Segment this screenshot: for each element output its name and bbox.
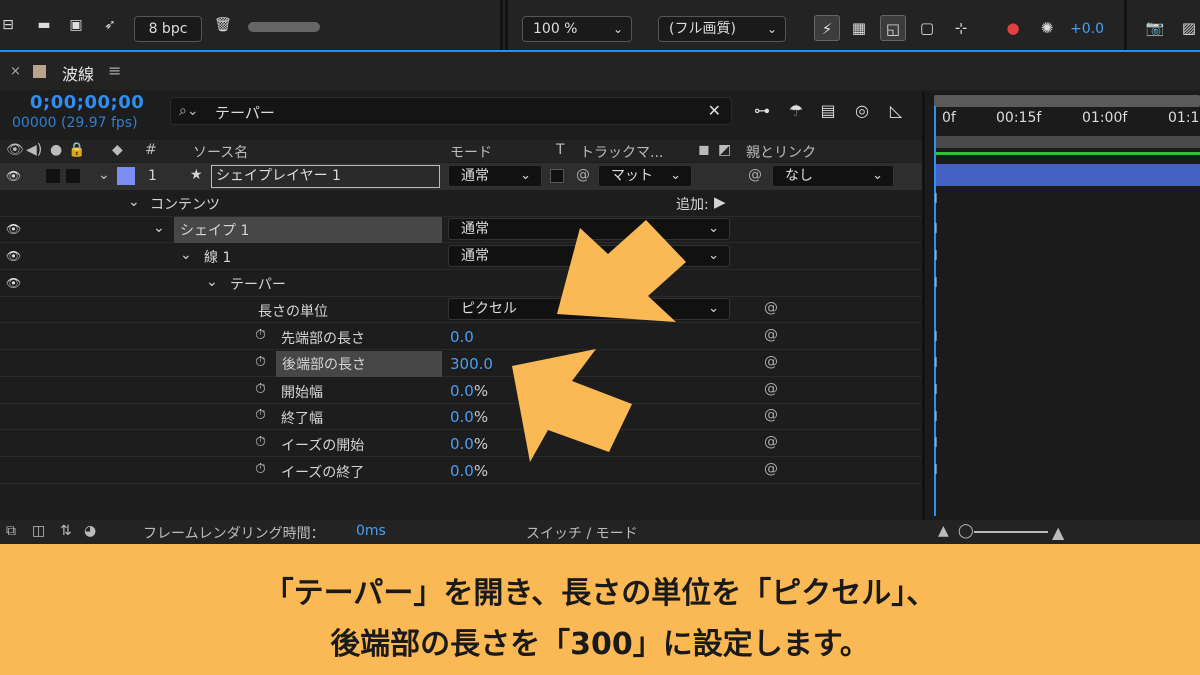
caption-line-2: 後端部の長さを「300」に設定します。 [330, 627, 870, 662]
arrow-to-tail-length [512, 349, 632, 462]
caption-line-1: 「テーパー」を開き、長さの単位を「ピクセル」、 [263, 576, 937, 611]
arrow-to-length-units [557, 220, 686, 322]
after-effects-window: ⊟ ▬ ▣ ➶ 8 bpc 🗑 100 % ⌄ (フル画質) ⌄ ⚡ ▦ ◱ ▢ ⊹… [0, 0, 1200, 675]
